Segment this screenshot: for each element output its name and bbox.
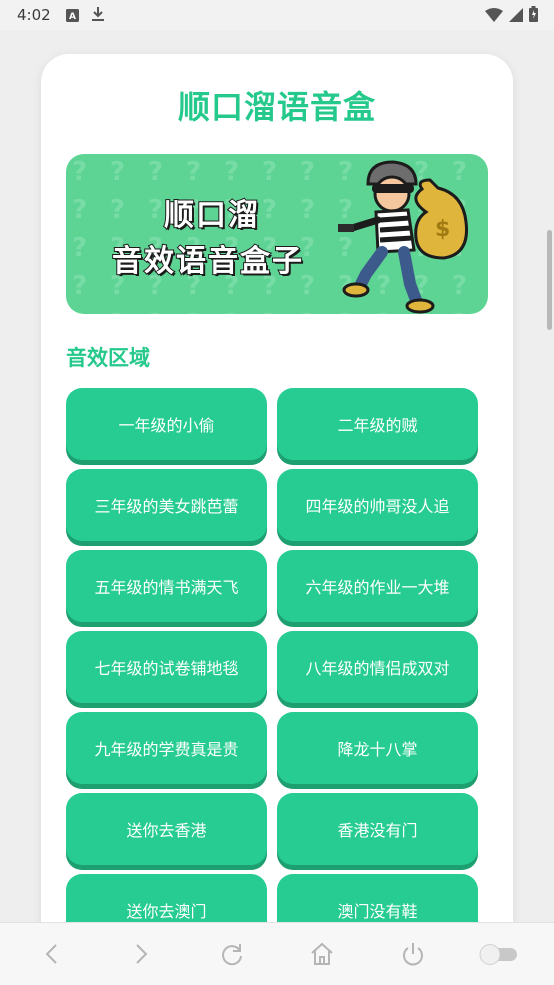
thief-illustration-icon: $ [338,160,469,314]
status-right-icons [485,6,538,26]
sound-button[interactable]: 香港没有门 [277,793,478,865]
a-box-icon: A [66,7,79,26]
power-icon[interactable] [398,939,428,969]
battery-icon [529,6,538,26]
banner-line2: 音效语音盒子 [111,243,304,280]
sound-button[interactable]: 三年级的美女跳芭蕾 [66,469,267,541]
sound-effect-grid: 一年级的小偷 二年级的贼 三年级的美女跳芭蕾 四年级的帅哥没人追 五年级的情书满… [66,388,478,946]
sound-button[interactable]: 送你去香港 [66,793,267,865]
sound-button[interactable]: 七年级的试卷铺地毯 [66,631,267,703]
svg-text:$: $ [435,217,450,242]
signal-icon [509,7,523,26]
sound-button[interactable]: 四年级的帅哥没人追 [277,469,478,541]
forward-icon[interactable] [126,939,156,969]
sound-button[interactable]: 九年级的学费真是贵 [66,712,267,784]
back-icon[interactable] [37,939,67,969]
download-icon [91,6,105,26]
banner-line1: 顺口溜 [163,197,260,234]
status-time: 4:02 [17,6,51,24]
browser-bottom-bar [0,922,554,985]
sound-button[interactable]: 二年级的贼 [277,388,478,460]
sound-button[interactable]: 五年级的情书满天飞 [66,550,267,622]
status-bar: 4:02 A [0,0,554,30]
sound-section-title: 音效区域 [66,346,150,370]
refresh-icon[interactable] [217,939,247,969]
app-title: 顺口溜语音盒 [177,88,376,126]
sound-button[interactable]: 六年级的作业一大堆 [277,550,478,622]
banner: ? 顺口溜 音效语音盒子 $ [66,154,488,314]
svg-text:A: A [69,12,76,22]
toggle-icon[interactable] [477,939,521,969]
home-icon[interactable] [307,939,337,969]
sound-button[interactable]: 降龙十八掌 [277,712,478,784]
page-scrollbar[interactable] [547,230,552,330]
wifi-icon [485,7,503,26]
status-left-icons: A [66,6,105,26]
sound-button[interactable]: 一年级的小偷 [66,388,267,460]
sound-button[interactable]: 八年级的情侣成双对 [277,631,478,703]
